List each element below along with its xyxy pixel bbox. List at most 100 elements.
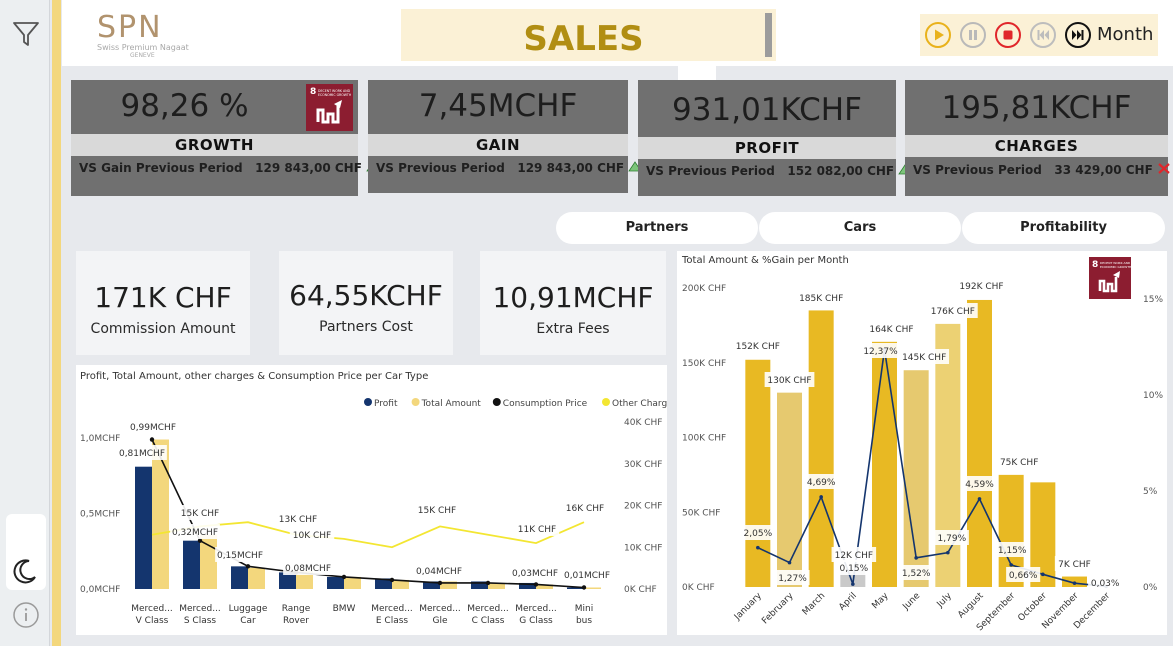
consumption-price-point <box>485 580 491 586</box>
x-tick-label: Car <box>240 616 256 626</box>
gain-point <box>1041 572 1045 577</box>
y-tick-label: 150K CHF <box>682 359 726 369</box>
page-title: SALES <box>523 19 644 59</box>
pct-data-label: 0,03% <box>1091 579 1120 589</box>
kpi-compare: VS Gain Previous Period 129 843,00 CHF <box>79 161 380 175</box>
bar-data-label: 145K CHF <box>902 353 946 363</box>
kpi-gain: 7,45MCHF GAIN VS Previous Period 129 843… <box>368 80 643 193</box>
card-partners-cost: 64,55KCHF Partners Cost <box>279 251 453 355</box>
card-value: 64,55KCHF <box>289 279 443 312</box>
x-tick-label: January <box>732 591 764 623</box>
trend-down-icon <box>1158 163 1170 174</box>
y2-tick-label: 10K CHF <box>624 543 662 553</box>
consumption-price-point <box>245 564 251 569</box>
chart-month-panel: Total Amount & %Gain per Month 8 DECENT W… <box>677 251 1167 635</box>
pct-data-label: 2,05% <box>744 529 773 539</box>
kpi-compare-value: 33 429,00 CHF <box>1054 163 1153 177</box>
x-tick-label: BMW <box>333 604 356 614</box>
stop-icon[interactable] <box>994 21 1022 49</box>
data-label: 0,32MCHF <box>172 528 218 538</box>
info-icon[interactable] <box>12 601 40 629</box>
x-tick-label: C Class <box>472 616 505 626</box>
kpi-compare: VS Previous Period 129 843,00 CHF <box>376 161 643 175</box>
total-amount-bar <box>152 439 169 589</box>
pause-icon[interactable] <box>959 21 987 49</box>
legend-label: Consumption Price <box>503 399 588 409</box>
chart-car-type-panel: Profit, Total Amount, other charges & Co… <box>76 365 667 635</box>
x-tick-label: Merced... <box>467 604 509 614</box>
pct-data-label: 0,15% <box>840 564 869 574</box>
y-tick-label: 0,0MCHF <box>80 585 120 595</box>
bar-data-label: 164K CHF <box>869 325 913 335</box>
legend-label: Total Amount <box>421 399 482 409</box>
x-tick-label: G Class <box>519 616 553 626</box>
legend-label: Other Charges <box>612 399 667 409</box>
gain-point <box>787 560 792 565</box>
filter-icon[interactable] <box>10 18 42 50</box>
card-value: 171K CHF <box>94 281 232 314</box>
data-label: 10K CHF <box>293 531 331 541</box>
brand-subtitle: Swiss Premium Nagaat <box>97 43 189 52</box>
accent-stripe <box>52 0 61 646</box>
consumption-price-point <box>581 585 587 590</box>
legend-marker <box>364 398 372 406</box>
bar-data-label: 192K CHF <box>959 282 1003 292</box>
x-tick-label: Merced... <box>131 604 173 614</box>
pct-data-label: 1,15% <box>998 546 1027 556</box>
x-tick-label: Merced... <box>371 604 413 614</box>
play-icon[interactable] <box>924 21 952 49</box>
consumption-price-point <box>389 577 395 583</box>
x-tick-label: E Class <box>376 616 409 626</box>
x-tick-label: Merced... <box>515 604 557 614</box>
x-tick-label: V Class <box>136 616 169 626</box>
total-amount-bar <box>344 576 361 589</box>
tab-profitability[interactable]: Profitability <box>962 212 1165 244</box>
x-tick-label: February <box>760 591 796 627</box>
profit-bar <box>183 540 200 589</box>
y2-tick-label: 15% <box>1143 295 1163 305</box>
data-label: 13K CHF <box>279 515 317 525</box>
kpi-compare-label: VS Previous Period <box>913 163 1042 177</box>
title-scrollbar[interactable] <box>765 13 772 57</box>
brand-name: SPN <box>97 10 163 45</box>
x-tick-label: S Class <box>184 616 217 626</box>
x-tick-label: March <box>801 591 827 617</box>
x-tick-label: June <box>901 591 923 613</box>
x-tick-label: April <box>837 591 859 613</box>
y2-tick-label: 0% <box>1143 583 1158 593</box>
pct-data-label: 12,37% <box>863 347 898 357</box>
kpi-compare-value: 152 082,00 CHF <box>787 164 895 178</box>
kpi-label: CHARGES <box>905 135 1168 157</box>
x-tick-label: Mini <box>575 604 593 614</box>
x-tick-label: October <box>1016 591 1049 624</box>
total-amount-bar <box>745 359 771 587</box>
y2-tick-label: 5% <box>1143 487 1158 497</box>
kpi-label: GROWTH <box>71 134 358 156</box>
gain-point <box>977 497 982 501</box>
car-type-chart: Profit Total Amount Consumption Price Other… <box>80 398 667 626</box>
tab-partners[interactable]: Partners <box>556 212 758 244</box>
x-tick-label: July <box>935 591 955 611</box>
kpi-compare-label: VS Previous Period <box>646 164 775 178</box>
x-tick-label: Luggage <box>229 604 268 614</box>
gain-point <box>851 582 855 586</box>
card-extra-fees: 10,91MCHF Extra Fees <box>480 251 666 355</box>
consumption-price-point <box>341 574 347 580</box>
play-axis-control: Month <box>920 14 1158 56</box>
pct-data-label: 1,52% <box>902 569 931 579</box>
total-amount-bar <box>967 299 992 587</box>
bar-data-label: 130K CHF <box>767 376 811 386</box>
card-label: Commission Amount <box>90 321 236 337</box>
moon-icon[interactable] <box>10 555 40 587</box>
data-label: 11K CHF <box>518 525 556 535</box>
kpi-growth: 98,26 % 8 DECENT WORK AND ECONOMIC GROWTH … <box>71 80 380 196</box>
sdg-badge-icon: 8 DECENT WORK AND ECONOMIC GROWTH <box>306 84 353 131</box>
gain-point <box>1009 563 1013 567</box>
previous-icon[interactable] <box>1029 21 1057 49</box>
card-value: 10,91MCHF <box>492 281 654 314</box>
tab-cars[interactable]: Cars <box>759 212 961 244</box>
consumption-price-point <box>437 580 443 586</box>
data-label: 16K CHF <box>566 504 604 514</box>
card-label: Partners Cost <box>319 319 413 335</box>
next-icon[interactable] <box>1064 21 1092 49</box>
